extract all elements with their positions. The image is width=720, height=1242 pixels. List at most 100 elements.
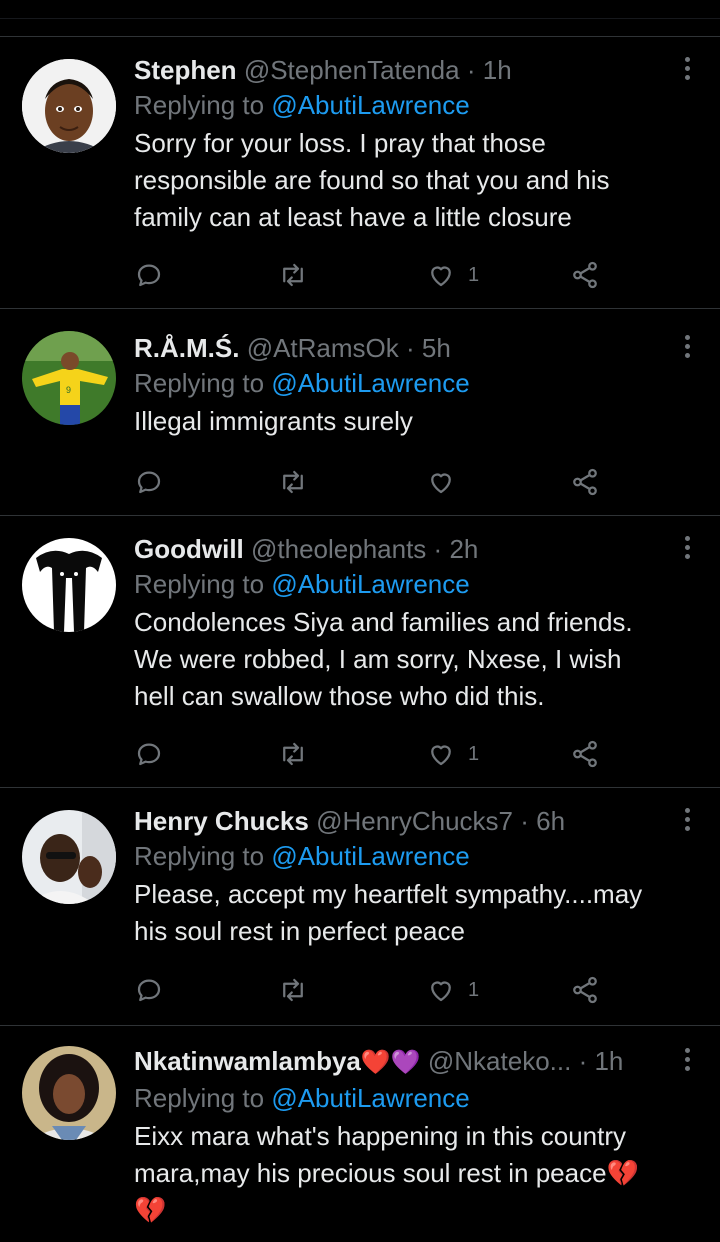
avatar[interactable] — [22, 1046, 116, 1140]
user-handle[interactable]: @HenryChucks7 — [316, 806, 513, 836]
share-button[interactable] — [570, 736, 600, 772]
separator: · — [406, 333, 415, 363]
user-handle[interactable]: @theolephants — [251, 534, 426, 564]
avatar[interactable] — [22, 538, 116, 632]
like-icon — [431, 981, 451, 1002]
reply-text-line: his soul rest in perfect peace — [134, 916, 465, 946]
replying-label: Replying to — [134, 569, 265, 599]
timestamp[interactable]: 1h — [594, 1046, 623, 1076]
like-button[interactable]: 1 — [426, 257, 479, 293]
display-name[interactable]: Henry Chucks — [134, 806, 309, 836]
replying-to: Replying to @AbutiLawrence — [134, 1080, 686, 1116]
reply-text-line: We were robbed, I am sorry, Nxese, I wis… — [134, 644, 622, 674]
reply-text: Eixx mara what's happening in this count… — [134, 1118, 686, 1229]
share-icon — [573, 261, 597, 289]
display-name[interactable]: Nkatinwamlambya — [134, 1046, 361, 1076]
more-icon[interactable] — [684, 1048, 690, 1074]
reply-item[interactable]: Goodwill @theolephants · 2h Replying to … — [0, 516, 720, 788]
retweet-icon — [283, 470, 303, 494]
retweet-icon — [283, 263, 303, 287]
mention-link[interactable]: @AbutiLawrence — [271, 90, 469, 120]
retweet-button[interactable] — [278, 257, 308, 293]
retweet-button[interactable] — [278, 736, 308, 772]
reply-header: Nkatinwamlambya❤️💜 @Nkateko... · 1h — [134, 1044, 686, 1080]
like-icon — [431, 473, 451, 494]
reply-header: R.Å.M.Ś. @AtRamsOk · 5h — [134, 331, 686, 365]
reply-item[interactable]: Stephen @StephenTatenda · 1h Replying to… — [0, 37, 720, 309]
timestamp[interactable]: 6h — [536, 806, 565, 836]
reply-text-line: Illegal immigrants surely — [134, 406, 413, 436]
timestamp[interactable]: 5h — [422, 333, 451, 363]
avatar[interactable] — [22, 59, 116, 153]
like-count: 1 — [468, 978, 480, 1001]
user-handle[interactable]: @Nkateko... — [428, 1046, 571, 1076]
separator: · — [433, 534, 443, 564]
reply-header: Goodwill @theolephants · 2h — [134, 532, 686, 566]
like-button[interactable]: 1 — [426, 972, 479, 1008]
reply-item[interactable]: Nkatinwamlambya❤️💜 @Nkateko... · 1h Repl… — [0, 1026, 720, 1242]
reply-text: Illegal immigrants surely — [134, 403, 686, 440]
like-button[interactable]: 1 — [426, 736, 479, 772]
share-button[interactable] — [570, 972, 600, 1008]
reply-text: Condolences Siya and families and friend… — [134, 604, 686, 715]
reply-text: Please, accept my heartfelt sympathy....… — [134, 876, 686, 950]
reply-item[interactable]: 9 R.Å.M.Ś. @AtRamsOk · 5h Replying to @A… — [0, 309, 720, 516]
share-button[interactable] — [570, 464, 600, 500]
retweet-icon — [283, 978, 303, 1002]
reply-button[interactable] — [134, 736, 164, 772]
reply-text-line: Eixx mara what's happening in this count… — [134, 1121, 626, 1151]
share-button[interactable] — [570, 257, 600, 293]
timestamp[interactable]: 2h — [449, 534, 478, 564]
replying-to: Replying to @AbutiLawrence — [134, 838, 686, 874]
reply-text-line: family can at least have a little closur… — [134, 202, 572, 232]
reply-icon — [137, 743, 161, 766]
separator: · — [466, 55, 476, 85]
display-name[interactable]: Stephen — [134, 55, 237, 85]
mention-link[interactable]: @AbutiLawrence — [271, 569, 469, 599]
replying-to: Replying to @AbutiLawrence — [134, 87, 686, 123]
reply-text-line: mara,may his precious soul rest in peace… — [134, 1158, 639, 1188]
mention-link[interactable]: @AbutiLawrence — [271, 841, 469, 871]
reply-text-line: 💔 — [134, 1195, 167, 1225]
timestamp[interactable]: 1h — [483, 55, 512, 85]
replying-label: Replying to — [134, 1083, 265, 1113]
replying-to: Replying to @AbutiLawrence — [134, 566, 686, 602]
reply-button[interactable] — [134, 972, 164, 1008]
reply-icon — [137, 979, 161, 1002]
reply-item[interactable]: Henry Chucks @HenryChucks7 · 6h Replying… — [0, 788, 720, 1026]
like-count: 1 — [468, 263, 480, 286]
like-icon — [431, 745, 451, 766]
more-icon[interactable] — [684, 808, 690, 834]
reply-icon — [137, 471, 161, 494]
like-button[interactable] — [426, 464, 468, 500]
svg-text:9: 9 — [66, 385, 71, 395]
name-emoji: ❤️💜 — [360, 1049, 421, 1076]
reply-text-line: Sorry for your loss. I pray that those — [134, 128, 546, 158]
retweet-icon — [283, 742, 303, 766]
avatar[interactable] — [22, 810, 116, 904]
avatar[interactable]: 9 — [22, 331, 116, 425]
replying-to: Replying to @AbutiLawrence — [134, 365, 686, 401]
more-icon[interactable] — [684, 536, 690, 562]
share-icon — [573, 976, 597, 1004]
reply-text-line: responsible are found so that you and hi… — [134, 165, 610, 195]
mention-link[interactable]: @AbutiLawrence — [271, 1083, 469, 1113]
more-icon[interactable] — [684, 335, 690, 361]
display-name[interactable]: R.Å.M.Ś. — [134, 333, 239, 363]
more-icon[interactable] — [684, 57, 690, 83]
reply-button[interactable] — [134, 257, 164, 293]
like-count: 1 — [468, 742, 480, 765]
like-icon — [431, 266, 451, 287]
mention-link[interactable]: @AbutiLawrence — [271, 368, 469, 398]
reply-text: Sorry for your loss. I pray that those r… — [134, 125, 686, 236]
reply-button[interactable] — [134, 464, 164, 500]
retweet-button[interactable] — [278, 972, 308, 1008]
user-handle[interactable]: @StephenTatenda — [244, 55, 460, 85]
retweet-button[interactable] — [278, 464, 308, 500]
user-handle[interactable]: @AtRamsOk — [247, 333, 399, 363]
reply-text-line: Please, accept my heartfelt sympathy....… — [134, 879, 643, 909]
share-icon — [573, 740, 597, 768]
separator: · — [520, 806, 529, 836]
display-name[interactable]: Goodwill — [134, 534, 244, 564]
reply-header: Stephen @StephenTatenda · 1h — [134, 53, 686, 87]
